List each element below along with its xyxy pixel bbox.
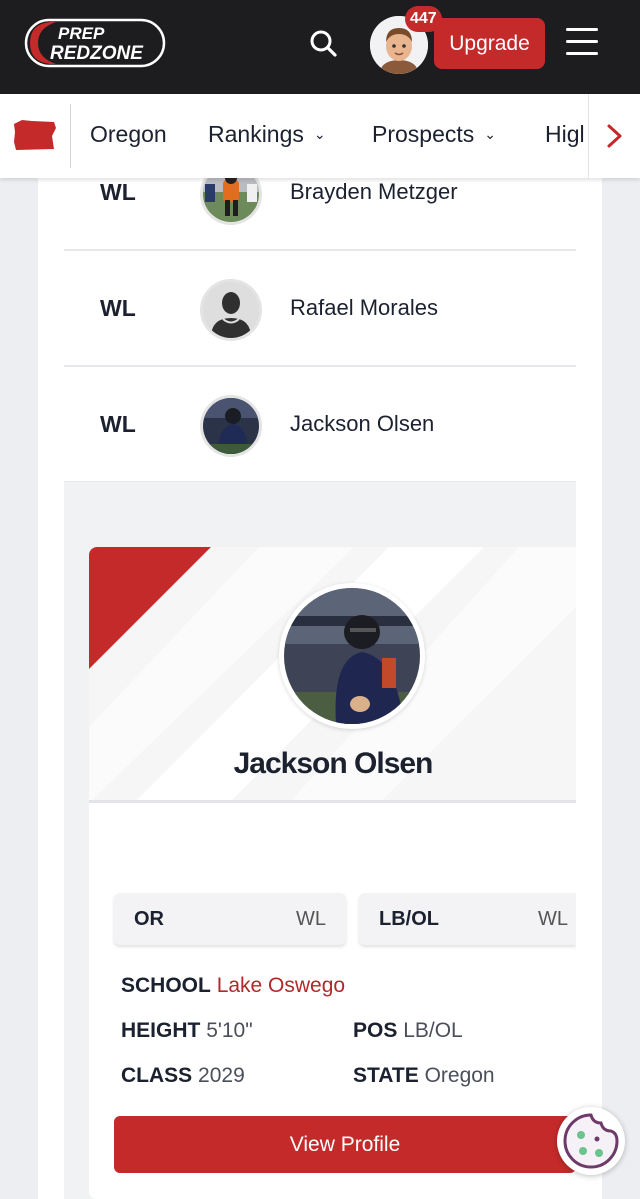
player-photo-placeholder <box>200 279 262 341</box>
player-photo <box>200 395 262 457</box>
pos-label: POS <box>353 1019 398 1042</box>
state-ranking-chip[interactable]: OR WL <box>114 893 346 945</box>
state-info: STATE Oregon <box>353 1064 495 1088</box>
height-label: HEIGHT <box>121 1019 201 1042</box>
state-label: STATE <box>353 1064 419 1087</box>
nav-item-prospects[interactable]: Prospects ⌄ <box>372 121 496 148</box>
chip-label: OR <box>134 908 164 930</box>
player-name[interactable]: Rafael Morales <box>290 295 438 321</box>
ranking-row[interactable]: WL Rafael Morales <box>64 251 576 367</box>
pos-value: LB/OL <box>403 1019 463 1042</box>
top-bar: PREP REDZONE 447 Upgrade <box>0 0 640 94</box>
player-name[interactable]: Jackson Olsen <box>290 411 434 437</box>
profile-photo <box>279 583 425 729</box>
state-nav-bar: Oregon Rankings ⌄ Prospects ⌄ Higl <box>0 94 640 178</box>
chevron-right-icon[interactable] <box>602 116 628 156</box>
chevron-down-icon: ⌄ <box>313 126 326 142</box>
position-ranking-chip[interactable]: LB/OL WL <box>359 893 576 945</box>
chevron-down-icon: ⌄ <box>484 126 496 142</box>
nav-item-label: Higl <box>545 121 585 147</box>
ranking-label: WL <box>100 179 136 205</box>
profile-preview-area: Jackson Olsen OR WL LB/OL WL SCHOOL Lake… <box>64 482 576 1199</box>
ranking-row[interactable]: WL Jackson Olsen <box>64 367 576 483</box>
nav-item-label: Rankings <box>208 121 304 147</box>
position-info: POS LB/OL <box>353 1019 463 1043</box>
height-info: HEIGHT 5'10" <box>121 1019 253 1043</box>
upgrade-button[interactable]: Upgrade <box>434 18 545 69</box>
chip-value: WL <box>296 908 326 930</box>
player-profile-card: Jackson Olsen OR WL LB/OL WL SCHOOL Lake… <box>89 547 576 1199</box>
nav-divider <box>70 104 71 168</box>
class-label: CLASS <box>121 1064 193 1087</box>
class-value: 2029 <box>198 1064 245 1087</box>
nav-item-label: Prospects <box>372 121 475 147</box>
chip-label: LB/OL <box>379 908 439 930</box>
nav-item-label: Oregon <box>90 121 167 147</box>
ranking-label: WL <box>100 295 136 321</box>
oregon-state-icon[interactable] <box>12 118 58 152</box>
class-info: CLASS 2029 <box>121 1064 245 1088</box>
search-icon[interactable] <box>304 24 344 64</box>
school-link[interactable]: Lake Oswego <box>217 974 345 997</box>
school-label: SCHOOL <box>121 974 211 997</box>
player-name[interactable]: Brayden Metzger <box>290 179 458 205</box>
logo-text-line1: PREP <box>58 24 105 43</box>
profile-name[interactable]: Jackson Olsen <box>89 747 576 781</box>
logo-text-line2: REDZONE <box>50 43 144 64</box>
nav-item-oregon[interactable]: Oregon <box>90 121 167 148</box>
school-info: SCHOOL Lake Oswego <box>121 974 345 998</box>
state-value: Oregon <box>424 1064 495 1087</box>
chip-value: WL <box>538 908 568 930</box>
rankings-card: WL Brayden Metzger WL Rafael Morales WL … <box>38 150 602 1199</box>
nav-item-rankings[interactable]: Rankings ⌄ <box>208 121 326 148</box>
ranking-label: WL <box>100 411 136 437</box>
nav-item-highlights[interactable]: Higl <box>545 121 585 148</box>
prep-redzone-logo[interactable]: PREP REDZONE <box>24 18 166 68</box>
view-profile-button[interactable]: View Profile <box>114 1116 576 1173</box>
height-value: 5'10" <box>206 1019 253 1042</box>
hamburger-menu-icon[interactable] <box>566 28 598 58</box>
cookie-icon[interactable] <box>557 1107 625 1175</box>
